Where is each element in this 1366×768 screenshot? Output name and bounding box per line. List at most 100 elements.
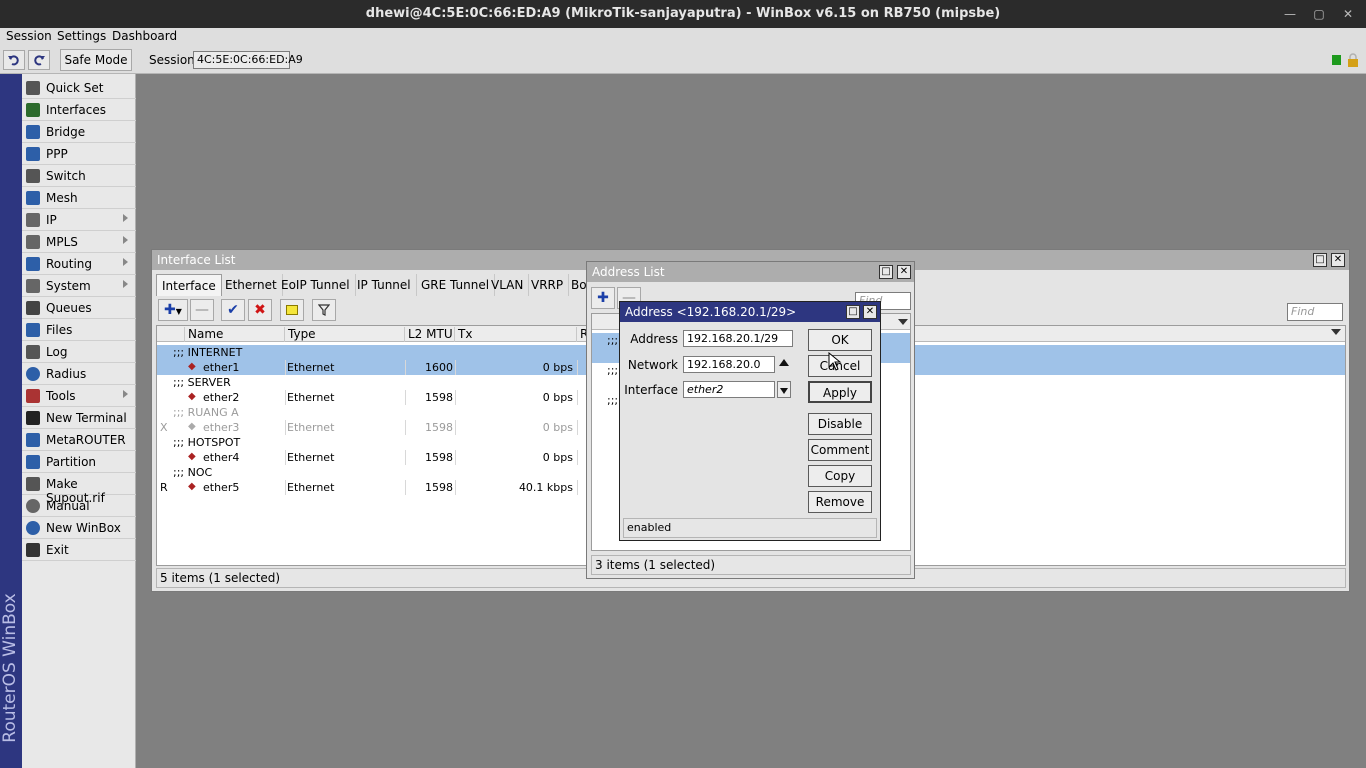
- filter-button[interactable]: [312, 299, 336, 321]
- sidebar-item-make-supout-rif[interactable]: Make Supout.rif: [22, 473, 136, 505]
- dialog-close-icon[interactable]: ✕: [863, 305, 877, 319]
- sidebar-item-mesh[interactable]: Mesh: [22, 187, 136, 209]
- sidebar-item-log[interactable]: Log: [22, 341, 136, 363]
- interface-dropdown-button[interactable]: [777, 381, 791, 398]
- interface-find-input[interactable]: Find: [1287, 303, 1343, 321]
- manual-icon: [26, 499, 40, 513]
- sidebar-item-system[interactable]: System: [22, 275, 136, 297]
- apply-button[interactable]: Apply: [808, 381, 872, 403]
- sidebar-item-manual[interactable]: Manual: [22, 495, 136, 517]
- remove-button[interactable]: Remove: [808, 491, 872, 513]
- queues-icon: [26, 301, 40, 315]
- tab-gre-tunnel[interactable]: GRE Tunnel: [416, 274, 496, 296]
- tab-vlan[interactable]: VLAN: [486, 274, 530, 296]
- filter-icon: [317, 304, 331, 316]
- menu-dashboard[interactable]: Dashboard: [112, 29, 177, 43]
- network-input[interactable]: 192.168.20.0: [683, 356, 775, 373]
- address-list-close-icon[interactable]: ✕: [897, 265, 911, 279]
- column-type[interactable]: Type: [285, 327, 405, 342]
- menu-session[interactable]: Session: [6, 29, 52, 43]
- menu-settings[interactable]: Settings: [57, 29, 106, 43]
- sidebar-item-label: Interfaces: [46, 103, 106, 117]
- disable-button[interactable]: Disable: [808, 413, 872, 435]
- maximize-icon[interactable]: □: [1313, 253, 1327, 267]
- tab-vrrp[interactable]: VRRP: [526, 274, 570, 296]
- column-chooser-icon[interactable]: [1331, 329, 1341, 335]
- sidebar-item-metarouter[interactable]: MetaROUTER: [22, 429, 136, 451]
- remove-button[interactable]: —: [190, 299, 214, 321]
- sidebar-item-queues[interactable]: Queues: [22, 297, 136, 319]
- tab-ip-tunnel[interactable]: IP Tunnel: [352, 274, 417, 296]
- sidebar-item-label: New WinBox: [46, 521, 121, 535]
- sidebar-item-switch[interactable]: Switch: [22, 165, 136, 187]
- safe-mode-button[interactable]: Safe Mode: [60, 49, 132, 71]
- tab-ethernet[interactable]: Ethernet: [220, 274, 283, 296]
- column-tx[interactable]: Tx: [455, 327, 577, 342]
- metarouter-icon: [26, 433, 40, 447]
- column-l2mtu[interactable]: L2 MTU: [405, 327, 455, 342]
- redo-button[interactable]: [28, 50, 50, 70]
- row-mtu: 1600: [425, 361, 453, 374]
- minimize-button[interactable]: —: [1280, 4, 1300, 24]
- interface-select[interactable]: ether2: [683, 381, 775, 398]
- sidebar-item-ppp[interactable]: PPP: [22, 143, 136, 165]
- ethernet-port-icon: ◆: [188, 451, 196, 462]
- sidebar-item-tools[interactable]: Tools: [22, 385, 136, 407]
- comment-button[interactable]: [280, 299, 304, 321]
- ethernet-port-icon: ◆: [188, 421, 196, 432]
- ppp-icon: [26, 147, 40, 161]
- sidebar-item-label: PPP: [46, 147, 68, 161]
- sidebar-item-label: Radius: [46, 367, 87, 381]
- sidebar-item-exit[interactable]: Exit: [22, 539, 136, 561]
- address-add-button[interactable]: ✚: [591, 287, 615, 309]
- address-list-titlebar[interactable]: Address List □ ✕: [587, 262, 914, 282]
- sidebar-item-mpls[interactable]: MPLS: [22, 231, 136, 253]
- address-column-chooser-icon[interactable]: [898, 319, 908, 325]
- address-list-maximize-icon[interactable]: □: [879, 265, 893, 279]
- brand-bar: RouterOS WinBox: [0, 74, 22, 768]
- address-dialog-titlebar[interactable]: Address <192.168.20.1/29> □ ✕: [620, 302, 880, 322]
- sidebar-item-interfaces[interactable]: Interfaces: [22, 99, 136, 121]
- row-type: Ethernet: [287, 481, 335, 494]
- window-title: dhewi@4C:5E:0C:66:ED:A9 (MikroTik-sanjay…: [365, 6, 1001, 21]
- enable-button[interactable]: ✔: [221, 299, 245, 321]
- row-tx: 40.1 kbps: [518, 481, 573, 494]
- disable-button[interactable]: ✖: [248, 299, 272, 321]
- sidebar-item-radius[interactable]: Radius: [22, 363, 136, 385]
- dialog-maximize-icon[interactable]: □: [846, 305, 860, 319]
- radius-icon: [26, 367, 40, 381]
- cross-icon: ✖: [254, 302, 266, 318]
- sidebar-item-new-winbox[interactable]: New WinBox: [22, 517, 136, 539]
- row-tx: 0 bps: [542, 361, 573, 374]
- restore-button[interactable]: ▢: [1309, 4, 1329, 24]
- tab-eoip-tunnel[interactable]: EoIP Tunnel: [276, 274, 356, 296]
- sidebar-item-partition[interactable]: Partition: [22, 451, 136, 473]
- close-button[interactable]: ✕: [1338, 4, 1358, 24]
- undo-button[interactable]: [3, 50, 25, 70]
- network-toggle-up-icon[interactable]: [779, 359, 789, 366]
- tools-icon: [26, 389, 40, 403]
- tab-interface[interactable]: Interface: [156, 274, 222, 296]
- sidebar-item-new-terminal[interactable]: New Terminal: [22, 407, 136, 429]
- row-tx: 0 bps: [542, 391, 573, 404]
- sidebar-item-files[interactable]: Files: [22, 319, 136, 341]
- sidebar-item-routing[interactable]: Routing: [22, 253, 136, 275]
- ethernet-port-icon: ◆: [188, 391, 196, 402]
- ok-button[interactable]: OK: [808, 329, 872, 351]
- row-tx: 0 bps: [542, 451, 573, 464]
- copy-button[interactable]: Copy: [808, 465, 872, 487]
- row-name: ether2: [203, 391, 240, 404]
- column-name[interactable]: Name: [185, 327, 285, 342]
- row-mtu: 1598: [425, 391, 453, 404]
- comment-button[interactable]: Comment: [808, 439, 872, 461]
- address-input[interactable]: 192.168.20.1/29: [683, 330, 793, 347]
- sidebar-item-label: Switch: [46, 169, 86, 183]
- sidebar-item-ip[interactable]: IP: [22, 209, 136, 231]
- sidebar-item-quick-set[interactable]: Quick Set: [22, 77, 136, 99]
- session-field[interactable]: 4C:5E:0C:66:ED:A9: [193, 51, 303, 69]
- sidebar-item-bridge[interactable]: Bridge: [22, 121, 136, 143]
- close-icon[interactable]: ✕: [1331, 253, 1345, 267]
- mpls-icon: [26, 235, 40, 249]
- add-button[interactable]: ✚▼: [158, 299, 188, 321]
- interfaces-icon: [26, 103, 40, 117]
